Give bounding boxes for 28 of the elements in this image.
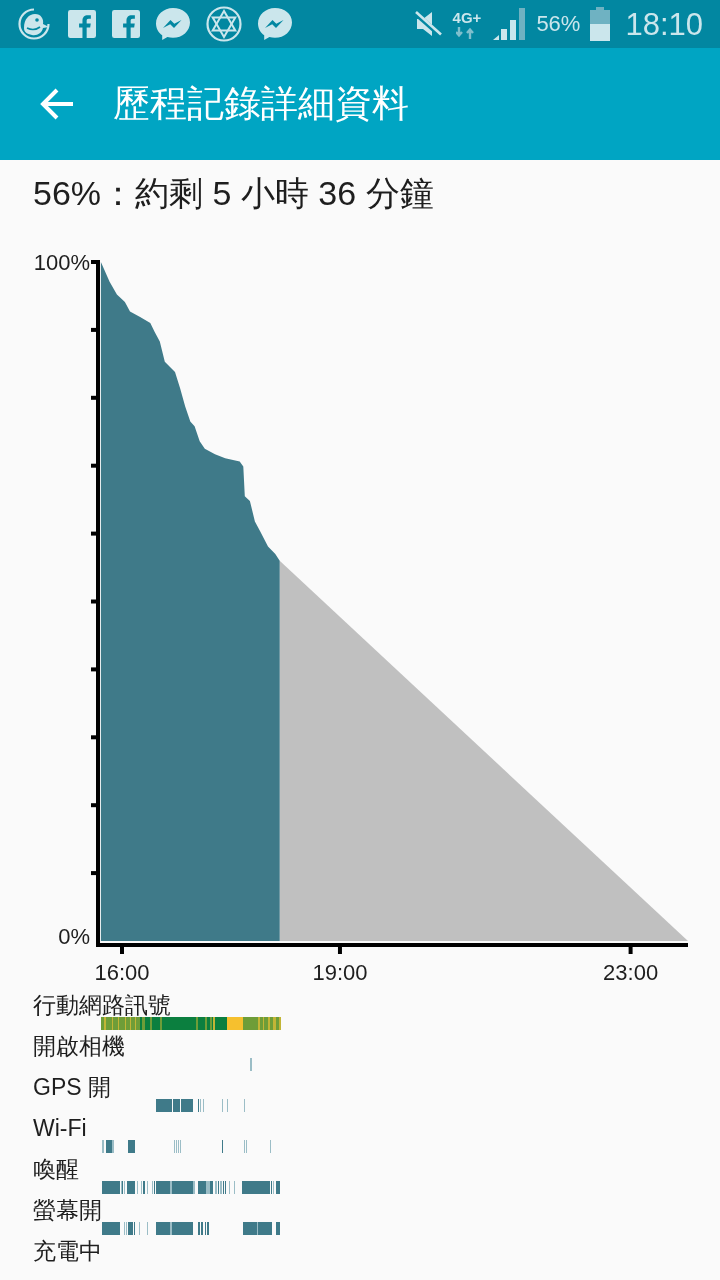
activity-label: GPS 開 bbox=[33, 1075, 111, 1099]
tick-label: 16:00 bbox=[94, 960, 150, 985]
tick-label: 19:00 bbox=[312, 960, 368, 985]
screen-title: 歷程記錄詳細資料 bbox=[113, 82, 409, 126]
network-type: 4G+ bbox=[452, 9, 482, 25]
clock-time: 18:10 bbox=[625, 8, 703, 40]
bird-icon bbox=[16, 8, 52, 40]
facebook-icon bbox=[68, 10, 96, 38]
battery-summary: 56%：約剩 5 小時 36 分鐘 bbox=[33, 174, 435, 212]
activity-label: 喚醒 bbox=[33, 1157, 79, 1181]
signal-icon bbox=[493, 8, 527, 40]
battery-icon bbox=[590, 7, 611, 41]
activity-label: 行動網路訊號 bbox=[33, 993, 171, 1017]
tick-label: 23:00 bbox=[603, 960, 659, 985]
hexagram-icon bbox=[206, 6, 242, 42]
battery-percent: 56% bbox=[536, 13, 581, 35]
back-arrow-icon bbox=[40, 88, 74, 120]
messenger-icon bbox=[258, 8, 292, 40]
tick-label: 100% bbox=[33, 249, 90, 275]
facebook-icon bbox=[112, 10, 140, 38]
tick-label: 0% bbox=[58, 923, 90, 949]
activity-label: 開啟相機 bbox=[33, 1034, 125, 1058]
activity-timeline bbox=[250, 1058, 252, 1071]
activity-label: Wi-Fi bbox=[33, 1116, 87, 1140]
activity-label: 充電中 bbox=[33, 1239, 102, 1263]
activity-label: 螢幕開 bbox=[33, 1198, 102, 1222]
mute-icon bbox=[412, 9, 443, 39]
messenger-icon bbox=[156, 8, 190, 40]
